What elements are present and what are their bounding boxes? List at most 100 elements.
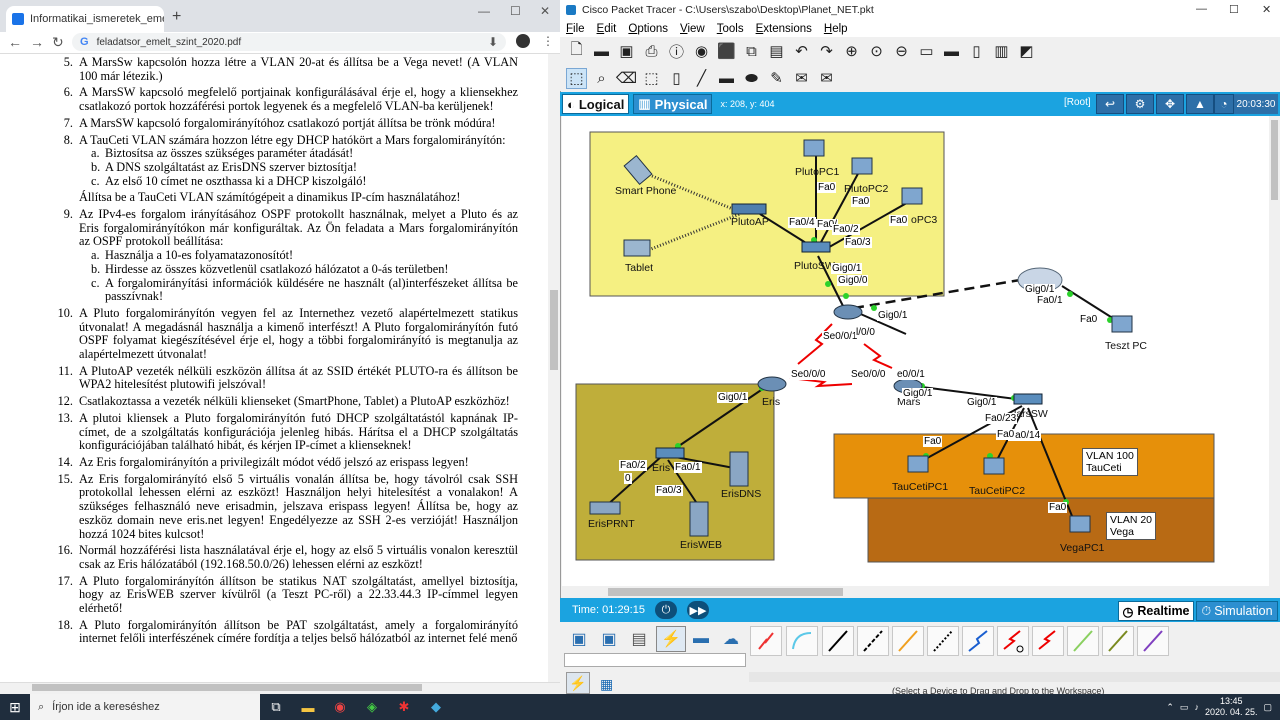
move-object-icon[interactable]: ✥ xyxy=(1156,94,1184,114)
pt-maximize-button[interactable]: ☐ xyxy=(1229,3,1239,16)
power-cycle-icon[interactable]: ⏻ xyxy=(654,601,677,619)
custom-device-icon[interactable]: ▬ xyxy=(941,41,962,62)
straight-through-cable-icon[interactable] xyxy=(822,626,854,656)
print-icon[interactable]: ⎙ xyxy=(641,41,662,62)
wizard-icon[interactable]: ⬛ xyxy=(716,41,737,62)
set-background-icon[interactable]: ▲ xyxy=(1186,94,1214,114)
end-devices-category-icon[interactable]: ▣ xyxy=(594,626,624,652)
connections-subcategory-icon[interactable]: ⚡ xyxy=(566,672,590,694)
open-folder-icon[interactable]: ▬ xyxy=(591,41,612,62)
device-list-scrollbar[interactable] xyxy=(749,672,1280,682)
menu-dots-icon[interactable]: ⋮ xyxy=(542,34,554,48)
info-icon[interactable]: ⓘ xyxy=(666,41,687,62)
taskbar-search-box[interactable]: ⌕ Írjon ide a kereséshez xyxy=(30,694,260,720)
connections-category-icon[interactable]: ⚡ xyxy=(656,626,686,652)
menu-edit[interactable]: Edit xyxy=(597,23,617,35)
network-devices-category-icon[interactable]: ▣ xyxy=(564,626,594,652)
pdf-hscroll-thumb[interactable] xyxy=(32,684,422,691)
pt-close-button[interactable]: ✕ xyxy=(1262,3,1271,16)
freeform-icon[interactable]: ✎ xyxy=(766,68,787,89)
back-to-parent-icon[interactable]: ↩ xyxy=(1096,94,1124,114)
menu-view[interactable]: View xyxy=(680,23,705,35)
new-tab-button[interactable]: + xyxy=(172,8,181,26)
viewport-icon[interactable]: ◩ xyxy=(1016,41,1037,62)
physical-tab[interactable]: ▥ Physical xyxy=(633,94,713,114)
inspect-icon[interactable]: ⌕ xyxy=(591,68,612,89)
console-cable-icon[interactable] xyxy=(786,626,818,656)
file-explorer-icon[interactable]: ▬ xyxy=(292,694,324,720)
pt-minimize-button[interactable]: — xyxy=(1196,3,1207,15)
usb-cable-icon[interactable] xyxy=(1137,626,1169,656)
network-icon[interactable]: ▭ xyxy=(1180,702,1189,713)
menu-help[interactable]: Help xyxy=(824,23,848,35)
menu-options[interactable]: Options xyxy=(628,23,668,35)
zoom-in-icon[interactable]: ⊕ xyxy=(841,41,862,62)
new-file-icon[interactable]: 🗋 xyxy=(566,41,587,62)
omnibox[interactable]: G feladatsor_emelt_szint_2020.pdf xyxy=(72,33,506,51)
undo-icon[interactable]: ↶ xyxy=(791,41,812,62)
serial-dce-cable-icon[interactable] xyxy=(997,626,1029,656)
simulation-mode-button[interactable]: ⏱ Simulation xyxy=(1196,601,1278,621)
copy-icon[interactable]: ⧉ xyxy=(741,41,762,62)
app-red-icon[interactable]: ✱ xyxy=(388,694,420,720)
tray-chevron-icon[interactable]: ⌃ xyxy=(1166,702,1174,713)
crossover-cable-icon[interactable] xyxy=(857,626,889,656)
multiuser-category-icon[interactable]: ☁ xyxy=(716,626,746,652)
volume-icon[interactable]: ♪ xyxy=(1194,702,1199,712)
resize-icon[interactable]: ⬚ xyxy=(641,68,662,89)
start-windows-icon[interactable]: ⊞ xyxy=(0,694,30,720)
add-pdu-icon[interactable]: ✉ xyxy=(791,68,812,89)
chrome-icon[interactable]: ◉ xyxy=(324,694,356,720)
task-view-icon[interactable]: ⧉ xyxy=(260,694,292,720)
fast-forward-icon[interactable]: ▶▶ xyxy=(686,601,709,619)
components-category-icon[interactable]: ▤ xyxy=(624,626,654,652)
notes-icon[interactable]: ▯ xyxy=(966,41,987,62)
place-note-icon[interactable]: ▯ xyxy=(666,68,687,89)
minimize-button[interactable]: — xyxy=(478,4,490,18)
workspace-vscroll-thumb[interactable] xyxy=(1271,120,1278,200)
network-info-icon[interactable]: ◉ xyxy=(691,41,712,62)
save-icon[interactable]: ▣ xyxy=(616,41,637,62)
auto-cable-icon[interactable] xyxy=(750,626,782,656)
activity-wizard-icon[interactable]: ▥ xyxy=(991,41,1012,62)
draw-rect-icon[interactable]: ▬ xyxy=(716,68,737,89)
notifications-icon[interactable]: ▢ xyxy=(1263,702,1272,713)
zoom-out-icon[interactable]: ⊖ xyxy=(891,41,912,62)
pdf-scroll-thumb[interactable] xyxy=(550,290,558,370)
back-icon[interactable]: ← xyxy=(8,34,22,50)
drawing-palette-icon[interactable]: ▭ xyxy=(916,41,937,62)
logical-tab[interactable]: ◐ Logical xyxy=(562,94,630,114)
packet-tracer-taskbar-icon[interactable]: ◈ xyxy=(356,694,388,720)
viewport-clock-icon[interactable]: ◔ xyxy=(1214,94,1234,114)
phone-cable-icon[interactable] xyxy=(927,626,959,656)
realtime-mode-button[interactable]: ◷ Realtime xyxy=(1118,601,1194,621)
paste-icon[interactable]: ▤ xyxy=(766,41,787,62)
octal-cable-icon[interactable] xyxy=(1067,626,1099,656)
serial-dte-cable-icon[interactable] xyxy=(1032,626,1064,656)
maximize-button[interactable]: ☐ xyxy=(510,4,521,18)
menu-extensions[interactable]: Extensions xyxy=(756,23,812,35)
download-icon[interactable]: ⬇ xyxy=(488,35,498,49)
forward-icon[interactable]: → xyxy=(30,34,44,50)
browser-tab[interactable]: Informatikai_ismeretek_emelt_sz × xyxy=(6,6,164,32)
fiber-cable-icon[interactable] xyxy=(892,626,924,656)
reload-icon[interactable]: ↻ xyxy=(52,34,64,51)
app-blue-icon[interactable]: ◆ xyxy=(420,694,452,720)
logical-workspace[interactable]: Smart Phone Tablet PlutoAP PlutoPC1 Plut… xyxy=(562,116,1269,586)
taskbar-clock[interactable]: 13:45 2020. 04. 25. xyxy=(1205,696,1258,718)
cluster-icon[interactable]: ⚙ xyxy=(1126,94,1154,114)
draw-ellipse-icon[interactable]: ⬬ xyxy=(741,68,762,89)
zoom-reset-icon[interactable]: ⊙ xyxy=(866,41,887,62)
redo-icon[interactable]: ↷ xyxy=(816,41,837,62)
delete-icon[interactable]: ⌫ xyxy=(616,68,637,89)
iot-cable-icon[interactable] xyxy=(1102,626,1134,656)
workspace-hscroll-thumb[interactable] xyxy=(608,588,843,596)
close-button[interactable]: ✕ xyxy=(540,4,550,18)
menu-tools[interactable]: Tools xyxy=(717,23,744,35)
device-search-input[interactable] xyxy=(564,653,746,667)
grid-subcategory-icon[interactable]: ▦ xyxy=(600,676,613,693)
avatar[interactable] xyxy=(516,34,530,48)
menu-file[interactable]: File xyxy=(566,23,585,35)
add-complex-pdu-icon[interactable]: ✉ xyxy=(816,68,837,89)
misc-category-icon[interactable]: ▬ xyxy=(686,626,716,652)
